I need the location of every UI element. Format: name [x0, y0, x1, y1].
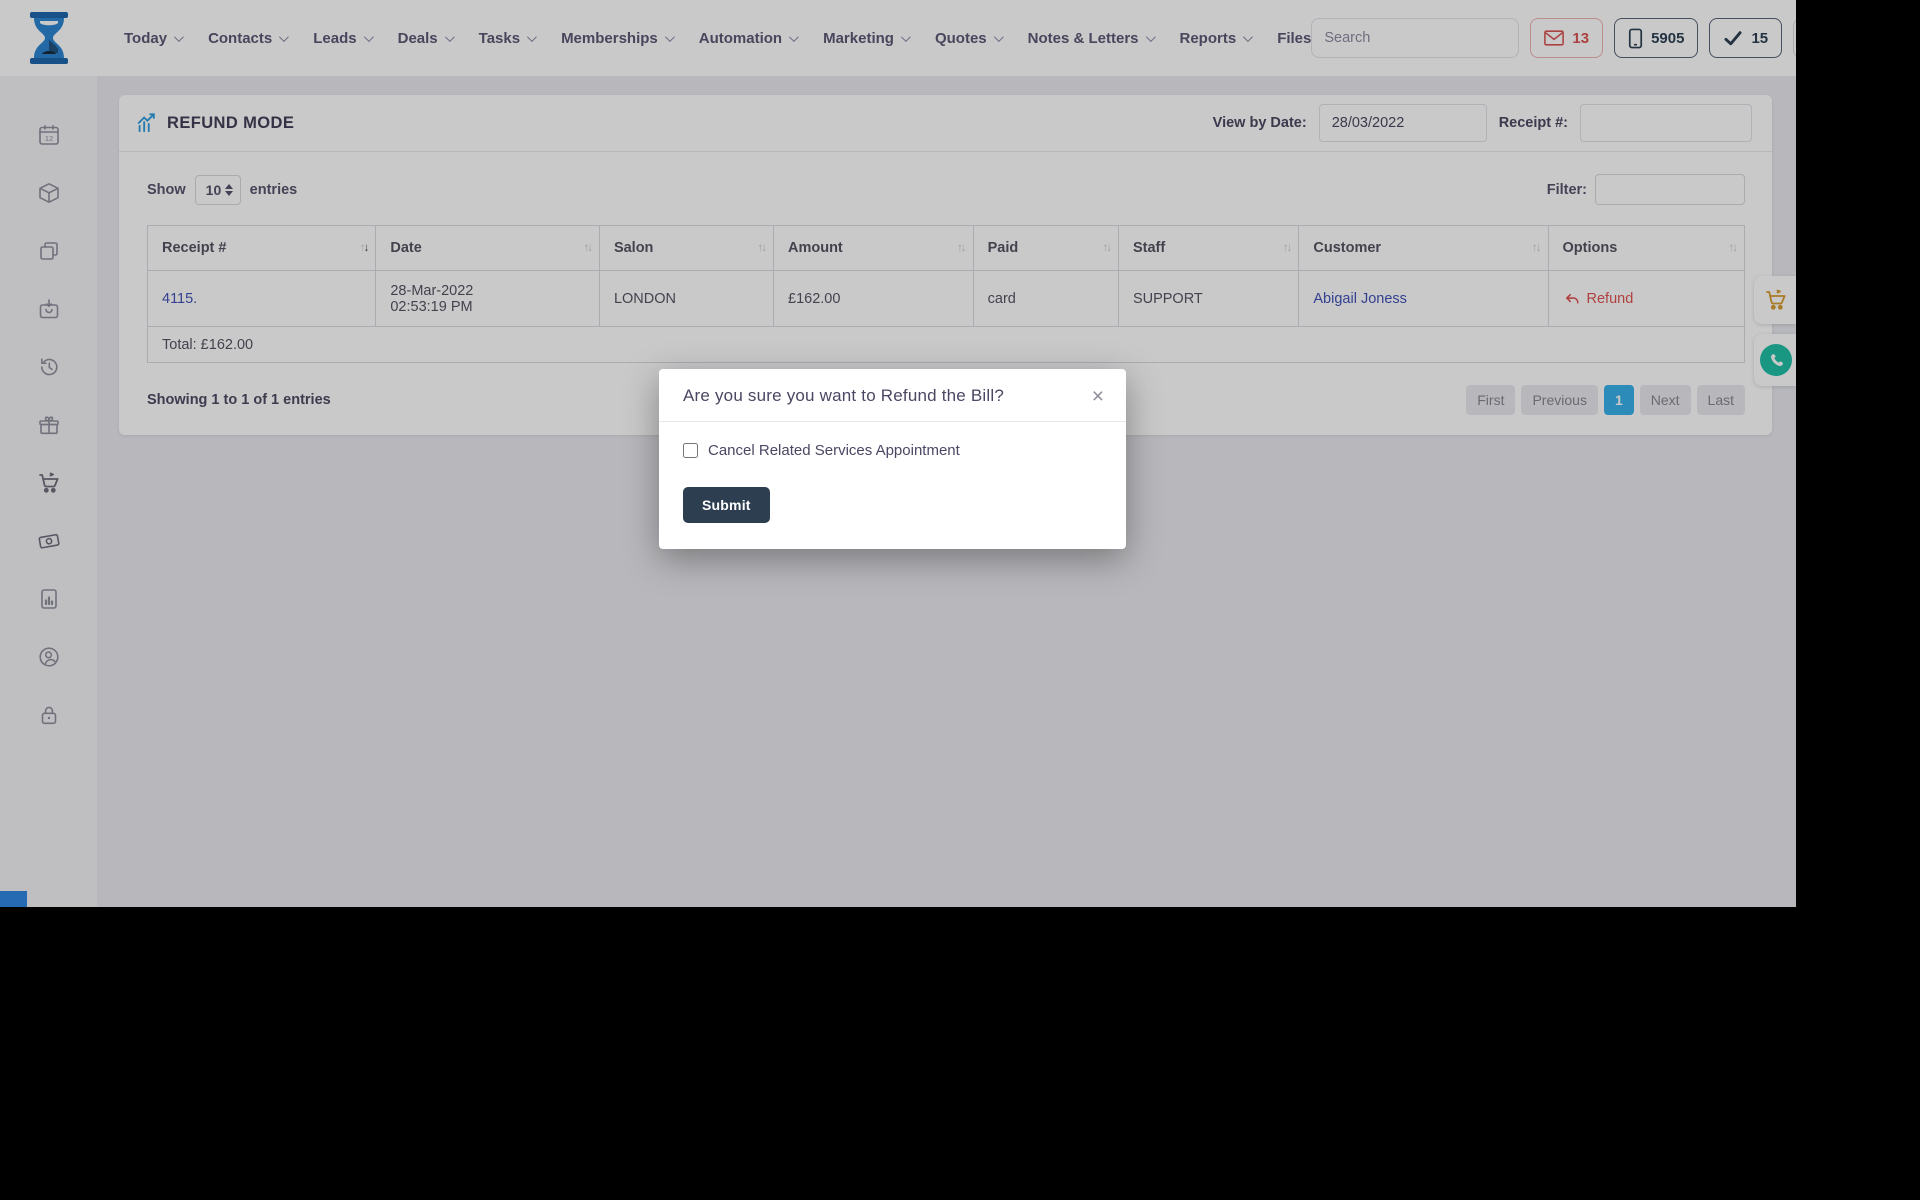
submit-button[interactable]: Submit — [683, 487, 770, 523]
cancel-services-checkbox[interactable] — [683, 443, 698, 458]
modal-header: Are you sure you want to Refund the Bill… — [659, 369, 1126, 422]
modal-body: Cancel Related Services Appointment Subm… — [659, 422, 1126, 549]
cancel-services-checkbox-row: Cancel Related Services Appointment — [683, 442, 1102, 459]
modal-title: Are you sure you want to Refund the Bill… — [683, 386, 1004, 406]
app-window: Today Contacts Leads Deals Tasks Members… — [0, 0, 1796, 907]
cancel-services-label: Cancel Related Services Appointment — [708, 442, 960, 459]
close-icon[interactable]: × — [1090, 386, 1106, 407]
refund-confirm-modal: Are you sure you want to Refund the Bill… — [659, 369, 1126, 549]
